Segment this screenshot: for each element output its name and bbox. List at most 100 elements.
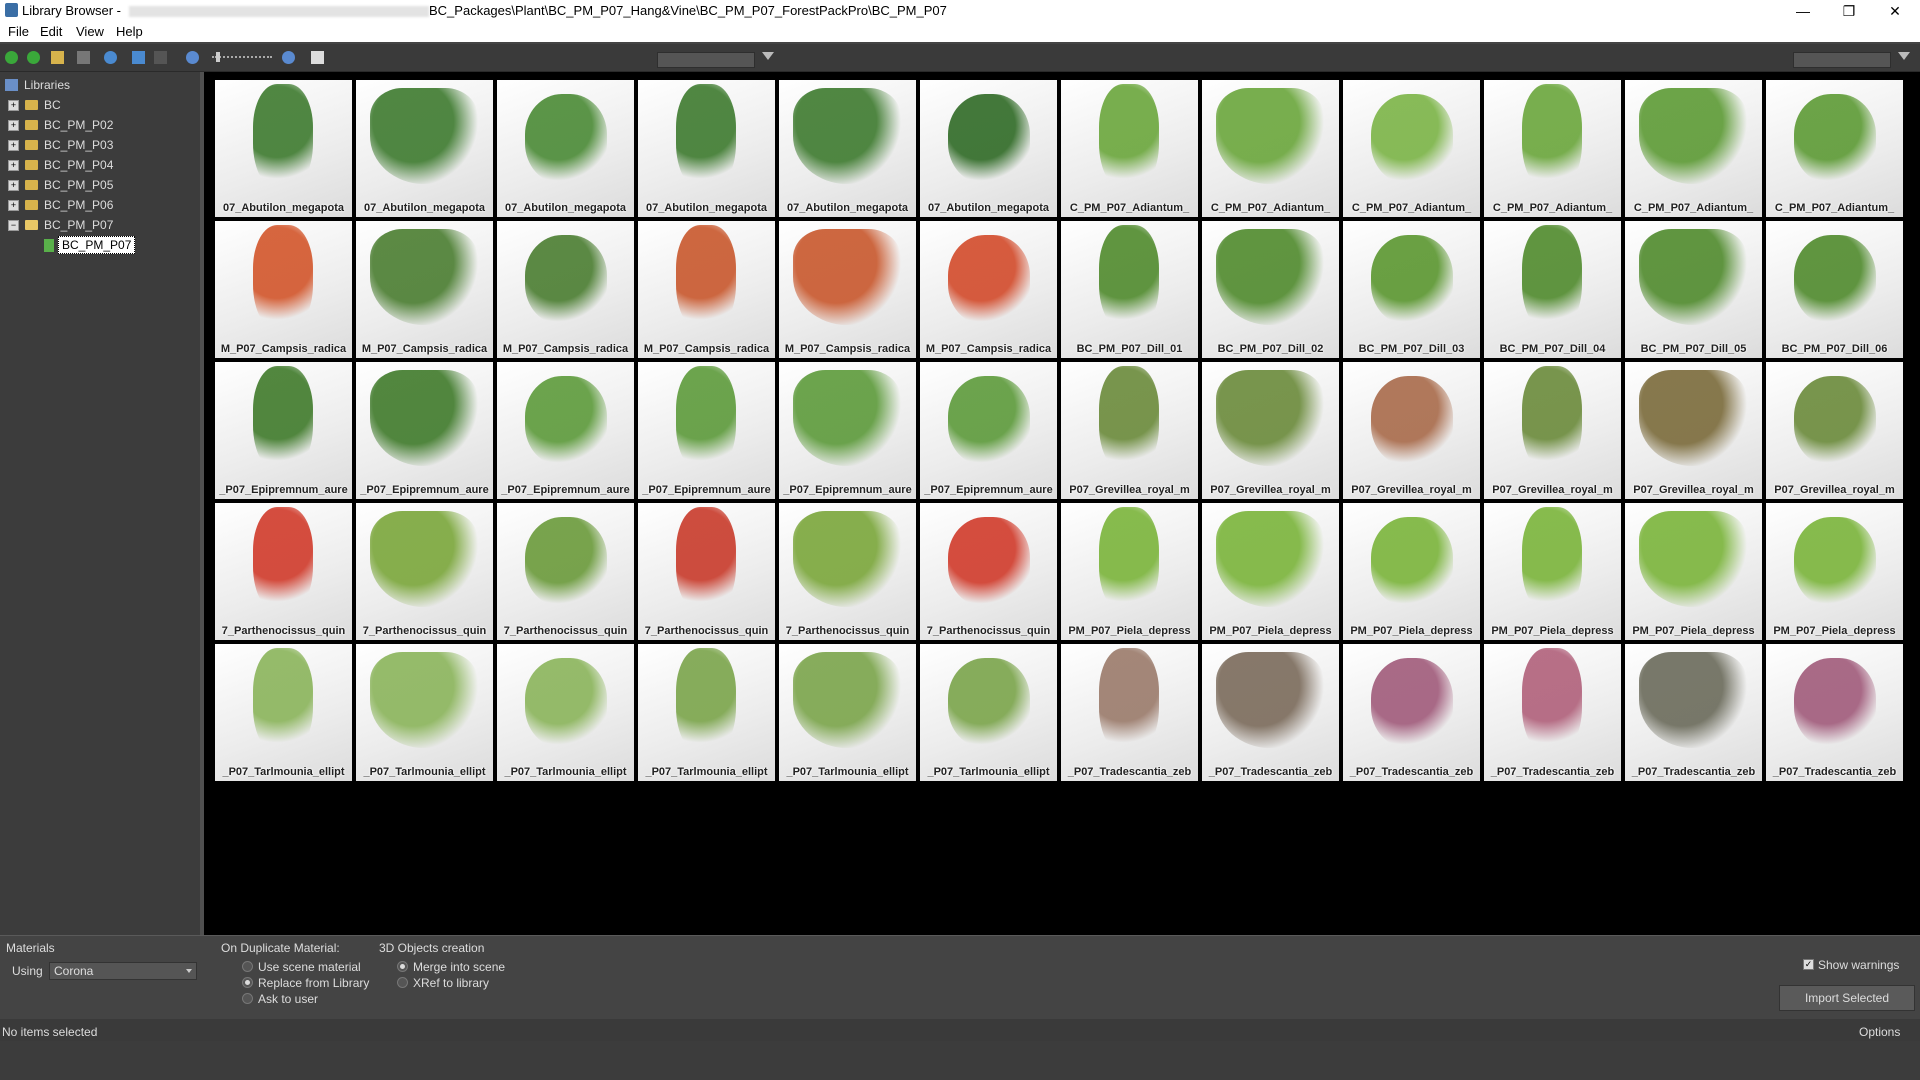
tree-item-selected[interactable]: BC_PM_P07 (44, 236, 136, 254)
tree-item-bc-pm-p05[interactable]: + BC_PM_P05 (8, 176, 113, 194)
thumbnail-item[interactable]: C_PM_P07_Adiantum_ (1202, 80, 1339, 217)
thumbnail-item[interactable]: 7_Parthenocissus_quin (779, 503, 916, 640)
thumbnail-item[interactable]: PM_P07_Piela_depress (1766, 503, 1903, 640)
thumbnail-item[interactable]: _P07_Tarlmounia_ellipt (920, 644, 1057, 781)
thumbnail-item[interactable]: PM_P07_Piela_depress (1202, 503, 1339, 640)
item-filter-icon[interactable] (1898, 52, 1910, 60)
thumbnail-item[interactable]: 07_Abutilon_megapota (920, 80, 1057, 217)
thumbnail-item[interactable]: _P07_Tradescantia_zeb (1202, 644, 1339, 781)
thumbnail-item[interactable]: C_PM_P07_Adiantum_ (1484, 80, 1621, 217)
tree-item-bc-pm-p04[interactable]: + BC_PM_P04 (8, 156, 113, 174)
expand-icon[interactable]: + (8, 159, 19, 171)
thumbnail-item[interactable]: M_P07_Campsis_radica (779, 221, 916, 358)
thumbnail-item[interactable]: PM_P07_Piela_depress (1061, 503, 1198, 640)
expand-icon[interactable]: + (8, 99, 19, 111)
tree-item-bc-pm-p02[interactable]: + BC_PM_P02 (8, 116, 113, 134)
thumbnail-item[interactable]: _P07_Epipremnum_aure (920, 362, 1057, 499)
thumbnail-item[interactable]: P07_Grevillea_royal_m (1484, 362, 1621, 499)
tree-root[interactable]: Libraries (5, 76, 70, 94)
thumbnail-item[interactable]: _P07_Tradescantia_zeb (1766, 644, 1903, 781)
tree-item-bc[interactable]: + BC (8, 96, 61, 114)
forward-icon[interactable] (27, 51, 40, 64)
item-search-input[interactable] (1793, 52, 1891, 68)
thumbnail-item[interactable]: _P07_Tarlmounia_ellipt (356, 644, 493, 781)
expand-icon[interactable]: + (8, 179, 19, 191)
thumbnail-item[interactable]: PM_P07_Piela_depress (1343, 503, 1480, 640)
thumbnail-item[interactable]: PM_P07_Piela_depress (1625, 503, 1762, 640)
thumbnail-item[interactable]: 07_Abutilon_megapota (497, 80, 634, 217)
open-folder-icon[interactable] (51, 51, 64, 64)
thumbnail-item[interactable]: 07_Abutilon_megapota (638, 80, 775, 217)
radio-ask-to-user[interactable] (242, 993, 253, 1004)
library-search-input[interactable] (657, 52, 755, 68)
save-icon[interactable] (77, 51, 90, 64)
menu-edit[interactable]: Edit (40, 24, 62, 39)
thumbnail-item[interactable]: BC_PM_P07_Dill_04 (1484, 221, 1621, 358)
thumbnail-item[interactable]: BC_PM_P07_Dill_01 (1061, 221, 1198, 358)
thumbnail-item[interactable]: P07_Grevillea_royal_m (1202, 362, 1339, 499)
thumbnail-item[interactable]: P07_Grevillea_royal_m (1766, 362, 1903, 499)
thumbnail-item[interactable]: BC_PM_P07_Dill_06 (1766, 221, 1903, 358)
options-link[interactable]: Options (1859, 1025, 1900, 1039)
thumbnail-size-slider[interactable] (212, 56, 272, 60)
thumbnail-item[interactable]: 07_Abutilon_megapota (779, 80, 916, 217)
menu-help[interactable]: Help (116, 24, 143, 39)
tree-item-bc-pm-p07[interactable]: − BC_PM_P07 (8, 216, 113, 234)
thumbnail-item[interactable]: BC_PM_P07_Dill_03 (1343, 221, 1480, 358)
close-button[interactable]: ✕ (1872, 0, 1918, 22)
checklist-icon[interactable] (311, 51, 324, 64)
thumbnail-item[interactable]: 7_Parthenocissus_quin (215, 503, 352, 640)
thumbnail-item[interactable]: _P07_Epipremnum_aure (215, 362, 352, 499)
thumbnail-item[interactable]: _P07_Epipremnum_aure (638, 362, 775, 499)
renderer-select[interactable]: Corona (49, 962, 197, 980)
sort-icon[interactable] (132, 51, 145, 64)
thumbnail-item[interactable]: C_PM_P07_Adiantum_ (1766, 80, 1903, 217)
thumbnail-item[interactable]: BC_PM_P07_Dill_02 (1202, 221, 1339, 358)
thumbnail-item[interactable]: M_P07_Campsis_radica (920, 221, 1057, 358)
radio-xref-to-library[interactable] (397, 977, 408, 988)
thumbnail-item[interactable]: M_P07_Campsis_radica (356, 221, 493, 358)
import-selected-button[interactable]: Import Selected (1779, 985, 1915, 1011)
thumbnail-item[interactable]: P07_Grevillea_royal_m (1625, 362, 1762, 499)
thumbnail-item[interactable]: M_P07_Campsis_radica (497, 221, 634, 358)
thumbnail-item[interactable]: 7_Parthenocissus_quin (638, 503, 775, 640)
menu-view[interactable]: View (76, 24, 104, 39)
expand-icon[interactable]: + (8, 139, 19, 151)
thumbnail-item[interactable]: 7_Parthenocissus_quin (920, 503, 1057, 640)
refresh-icon[interactable] (104, 51, 117, 64)
thumbnail-item[interactable]: P07_Grevillea_royal_m (1061, 362, 1198, 499)
tree-item-bc-pm-p06[interactable]: + BC_PM_P06 (8, 196, 113, 214)
filter-icon[interactable] (762, 52, 774, 60)
thumbnail-item[interactable]: 7_Parthenocissus_quin (356, 503, 493, 640)
radio-use-scene-material[interactable] (242, 961, 253, 972)
thumbnail-item[interactable]: 7_Parthenocissus_quin (497, 503, 634, 640)
thumbnail-item[interactable]: C_PM_P07_Adiantum_ (1343, 80, 1480, 217)
show-warnings-checkbox[interactable]: ✓ (1803, 959, 1814, 970)
thumbnail-item[interactable]: _P07_Epipremnum_aure (497, 362, 634, 499)
thumbnail-item[interactable]: _P07_Tarlmounia_ellipt (779, 644, 916, 781)
thumbnail-item[interactable]: _P07_Tarlmounia_ellipt (497, 644, 634, 781)
thumbnail-item[interactable]: P07_Grevillea_royal_m (1343, 362, 1480, 499)
thumbnail-item[interactable]: _P07_Epipremnum_aure (356, 362, 493, 499)
minimize-button[interactable]: — (1780, 0, 1826, 22)
collapse-icon[interactable]: − (8, 219, 19, 231)
thumbnail-item[interactable]: BC_PM_P07_Dill_05 (1625, 221, 1762, 358)
expand-icon[interactable]: + (8, 119, 19, 131)
radio-merge-into-scene[interactable] (397, 961, 408, 972)
thumbnail-item[interactable]: PM_P07_Piela_depress (1484, 503, 1621, 640)
thumbnail-item[interactable]: _P07_Tradescantia_zeb (1343, 644, 1480, 781)
thumbnail-item[interactable]: _P07_Tarlmounia_ellipt (215, 644, 352, 781)
thumbnail-item[interactable]: _P07_Epipremnum_aure (779, 362, 916, 499)
tree-item-bc-pm-p03[interactable]: + BC_PM_P03 (8, 136, 113, 154)
back-icon[interactable] (5, 51, 18, 64)
thumbnail-item[interactable]: C_PM_P07_Adiantum_ (1061, 80, 1198, 217)
language-icon[interactable] (154, 51, 167, 64)
thumbnail-item[interactable]: M_P07_Campsis_radica (638, 221, 775, 358)
expand-icon[interactable]: + (8, 199, 19, 211)
thumbnail-item[interactable]: C_PM_P07_Adiantum_ (1625, 80, 1762, 217)
slider-thumb[interactable] (216, 52, 220, 62)
thumbnail-item[interactable]: _P07_Tradescantia_zeb (1625, 644, 1762, 781)
thumbnail-item[interactable]: _P07_Tradescantia_zeb (1061, 644, 1198, 781)
thumbnail-item[interactable]: _P07_Tarlmounia_ellipt (638, 644, 775, 781)
thumbnail-item[interactable]: _P07_Tradescantia_zeb (1484, 644, 1621, 781)
